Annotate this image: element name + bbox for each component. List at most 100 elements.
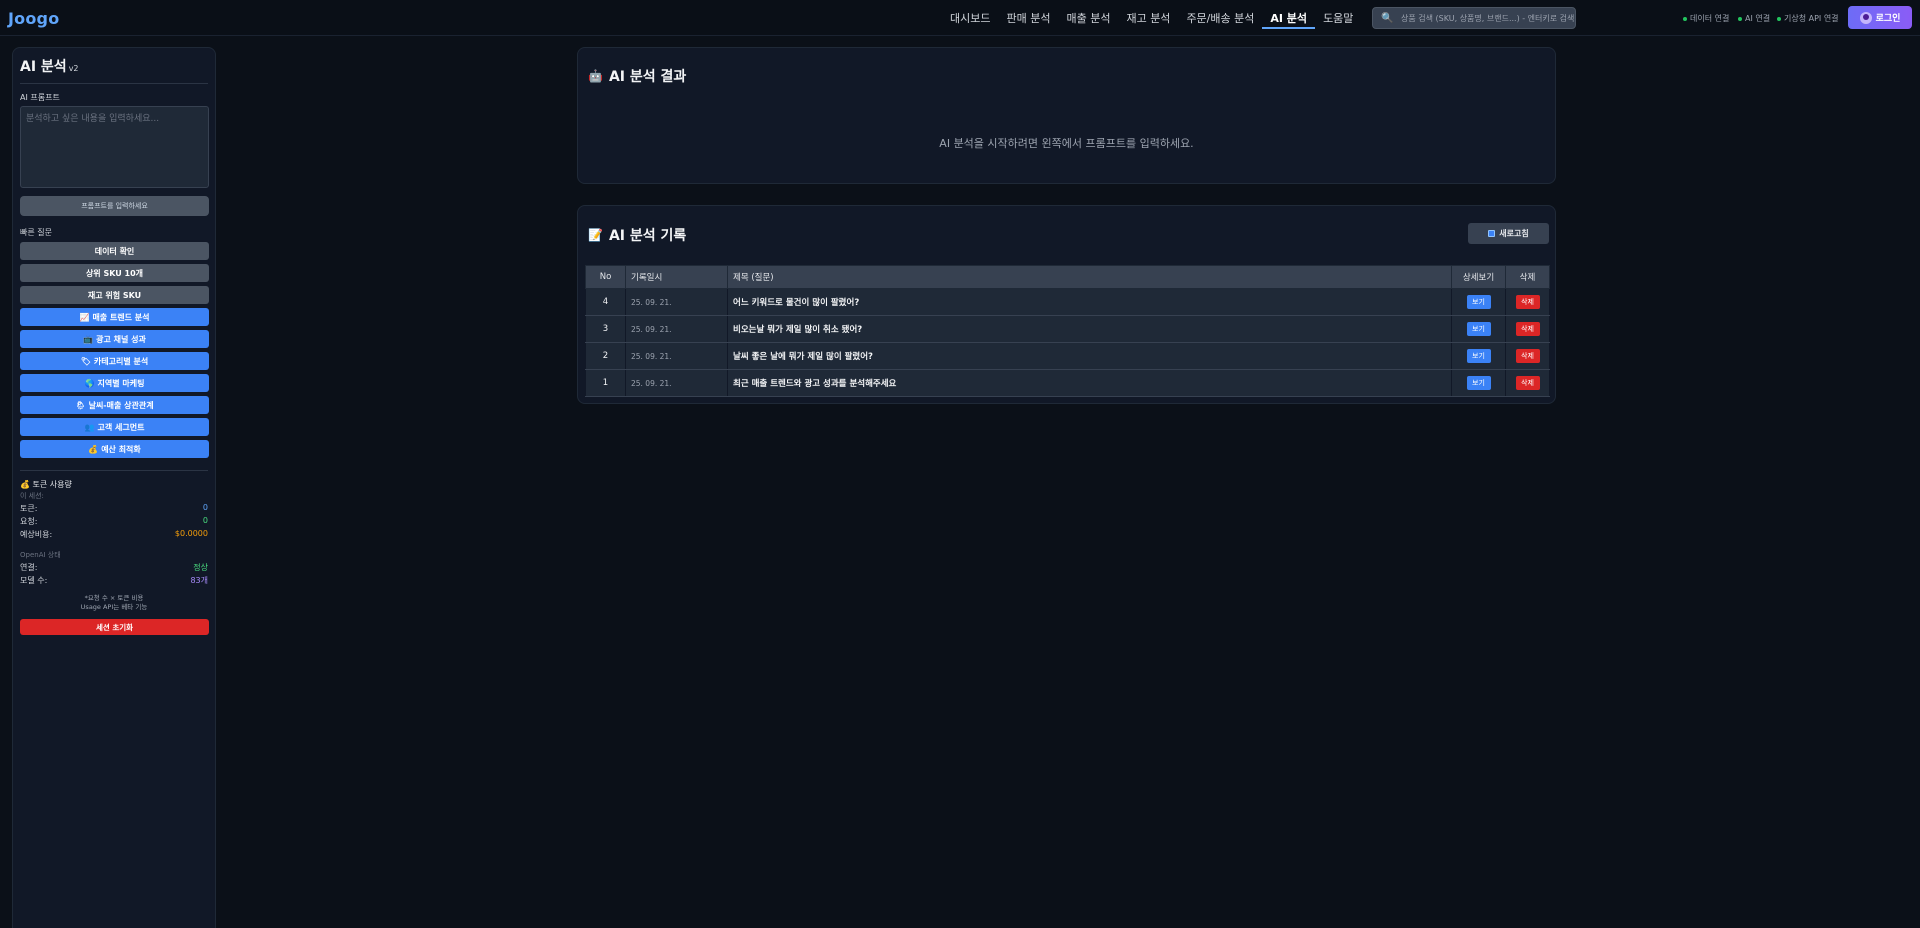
token-count-row: 토큰: 0 — [20, 503, 208, 513]
globe-icon: 🌎 — [84, 378, 95, 388]
sidebar-title: AI 분석 v2 — [20, 59, 79, 75]
search-icon: 🔍 — [1381, 12, 1394, 24]
nav-order-shipping-analysis[interactable]: 주문/배송 분석 — [1178, 0, 1262, 36]
row-no: 3 — [585, 315, 626, 343]
history-title: 📝 AI 분석 기록 — [588, 228, 687, 244]
view-button[interactable]: 보기 — [1466, 295, 1491, 309]
openai-status-label: OpenAI 상태 — [20, 551, 61, 559]
column-header-delete: 삭제 — [1505, 265, 1550, 289]
table-header-row: No 기록일시 제목 (질문) 상세보기 삭제 — [585, 265, 1550, 289]
estimated-cost-value: $0.0000 — [174, 529, 208, 538]
login-button[interactable]: 로그인 — [1848, 6, 1912, 29]
ai-sidebar: AI 분석v2 AI 프롬프트 프롬프트를 입력하세요 빠른 질문 데이터 확인… — [12, 47, 216, 928]
refresh-button[interactable]: 새로고침 — [1468, 223, 1549, 244]
history-table: No 기록일시 제목 (질문) 상세보기 삭제 4 25. 09. 21. 어느… — [585, 265, 1550, 397]
row-no: 1 — [585, 369, 626, 397]
quick-ad-channel-button[interactable]: 📺 광고 채널 성과 — [20, 330, 209, 348]
row-date: 25. 09. 21. — [625, 369, 728, 397]
weather-api-status: 기상청 API 연결 — [1777, 13, 1839, 24]
row-title: 비오는날 뭐가 제일 많이 취소 됐어? — [727, 315, 1452, 343]
nav-inventory-analysis[interactable]: 재고 분석 — [1118, 0, 1178, 36]
row-no: 4 — [585, 288, 626, 316]
quick-questions-label: 빠른 질문 — [20, 228, 52, 237]
tv-icon: 📺 — [83, 334, 94, 344]
model-count-value: 83개 — [190, 576, 208, 585]
request-count-row: 요청: 0 — [20, 516, 208, 526]
table-row: 1 25. 09. 21. 최근 매출 트렌드와 광고 성과를 분석해주세요 보… — [585, 369, 1550, 397]
top-navbar: Joogo 대시보드 판매 분석 매출 분석 재고 분석 주문/배송 분석 AI… — [0, 0, 1920, 36]
nav-dashboard[interactable]: 대시보드 — [942, 0, 998, 36]
nav-ai-analysis[interactable]: AI 분석 — [1262, 0, 1315, 36]
data-connection-status: 데이터 연결 — [1683, 13, 1729, 24]
estimated-cost-row: 예상비용: $0.0000 — [20, 529, 208, 539]
result-title: 🤖 AI 분석 결과 — [588, 69, 687, 85]
quick-weather-correlation-button[interactable]: 🌦 날씨-매출 상관관계 — [20, 396, 209, 414]
quick-customer-segment-button[interactable]: 👥 고객 세그먼트 — [20, 418, 209, 436]
money-bag-icon: 💰 — [20, 480, 30, 489]
chart-icon: 📈 — [79, 312, 90, 322]
status-dot-icon — [1683, 16, 1687, 21]
ai-history-panel: 📝 AI 분석 기록 새로고침 No 기록일시 제목 (질문) 상세보기 삭제 4… — [577, 205, 1556, 404]
table-row: 2 25. 09. 21. 날씨 좋은 날에 뭐가 제일 많이 팔렸어? 보기 … — [585, 342, 1550, 370]
app-logo[interactable]: Joogo — [8, 9, 59, 28]
status-dot-icon — [1738, 16, 1742, 21]
prompt-textarea[interactable] — [20, 106, 209, 188]
nav-sales-analysis[interactable]: 판매 분석 — [998, 0, 1058, 36]
prompt-label: AI 프롬프트 — [20, 93, 60, 102]
table-row: 4 25. 09. 21. 어느 키워드로 물건이 많이 팔렸어? 보기 삭제 — [585, 288, 1550, 316]
tag-icon: 🏷 — [80, 356, 91, 366]
quick-budget-optimization-button[interactable]: 💰 예산 최적화 — [20, 440, 209, 458]
column-header-view: 상세보기 — [1451, 265, 1506, 289]
submit-prompt-button[interactable]: 프롬프트를 입력하세요 — [20, 196, 209, 216]
request-count-value: 0 — [202, 516, 208, 525]
row-date: 25. 09. 21. — [625, 315, 728, 343]
main-nav: 대시보드 판매 분석 매출 분석 재고 분석 주문/배송 분석 AI 분석 도움… — [942, 0, 1361, 36]
token-count-value: 0 — [202, 503, 208, 512]
robot-icon: 🤖 — [588, 69, 603, 83]
openai-connection-row: 연결: 정상 — [20, 563, 208, 572]
user-avatar-icon — [1859, 11, 1872, 24]
divider — [20, 83, 208, 84]
quick-sales-trend-button[interactable]: 📈 매출 트렌드 분석 — [20, 308, 209, 326]
model-count-row: 모델 수: 83개 — [20, 576, 208, 585]
quick-category-button[interactable]: 🏷 카테고리별 분석 — [20, 352, 209, 370]
nav-help[interactable]: 도움말 — [1315, 0, 1361, 36]
quick-top-sku-button[interactable]: 상위 SKU 10개 — [20, 264, 209, 282]
view-button[interactable]: 보기 — [1466, 322, 1491, 336]
column-header-date: 기록일시 — [625, 265, 728, 289]
view-button[interactable]: 보기 — [1466, 349, 1491, 363]
table-row: 3 25. 09. 21. 비오는날 뭐가 제일 많이 취소 됐어? 보기 삭제 — [585, 315, 1550, 343]
memo-icon: 📝 — [588, 228, 603, 242]
search-box: 🔍 — [1372, 7, 1576, 29]
delete-button[interactable]: 삭제 — [1515, 322, 1540, 336]
refresh-icon — [1488, 230, 1496, 237]
users-icon: 👥 — [84, 422, 95, 432]
quick-data-check-button[interactable]: 데이터 확인 — [20, 242, 209, 260]
delete-button[interactable]: 삭제 — [1515, 295, 1540, 309]
quick-stock-risk-button[interactable]: 재고 위험 SKU — [20, 286, 209, 304]
search-input[interactable] — [1401, 13, 1575, 23]
reset-session-button[interactable]: 세션 초기화 — [20, 619, 209, 635]
empty-result-message: AI 분석을 시작하려면 왼쪽에서 프롬프트를 입력하세요. — [939, 137, 1194, 150]
openai-connection-value: 정상 — [193, 563, 208, 572]
status-dot-icon — [1777, 16, 1781, 21]
delete-button[interactable]: 삭제 — [1515, 349, 1540, 363]
row-date: 25. 09. 21. — [625, 288, 728, 316]
nav-revenue-analysis[interactable]: 매출 분석 — [1058, 0, 1118, 36]
version-badge: v2 — [68, 64, 79, 73]
delete-button[interactable]: 삭제 — [1515, 376, 1540, 390]
ai-result-panel: 🤖 AI 분석 결과 AI 분석을 시작하려면 왼쪽에서 프롬프트를 입력하세요. — [577, 47, 1556, 184]
quick-regional-marketing-button[interactable]: 🌎 지역별 마케팅 — [20, 374, 209, 392]
row-title: 날씨 좋은 날에 뭐가 제일 많이 팔렸어? — [727, 342, 1452, 370]
money-bag-icon: 💰 — [88, 444, 99, 454]
row-title: 어느 키워드로 물건이 많이 팔렸어? — [727, 288, 1452, 316]
column-header-no: No — [585, 265, 626, 289]
weather-icon: 🌦 — [75, 400, 86, 410]
session-label: 이 세션: — [20, 492, 44, 500]
row-title: 최근 매출 트렌드와 광고 성과를 분석해주세요 — [727, 369, 1452, 397]
usage-note: *요청 수 × 토큰 비용 Usage API는 베타 기능 — [80, 594, 148, 611]
view-button[interactable]: 보기 — [1466, 376, 1491, 390]
token-usage-title: 💰 토큰 사용량 — [20, 480, 72, 489]
column-header-title: 제목 (질문) — [727, 265, 1452, 289]
row-date: 25. 09. 21. — [625, 342, 728, 370]
